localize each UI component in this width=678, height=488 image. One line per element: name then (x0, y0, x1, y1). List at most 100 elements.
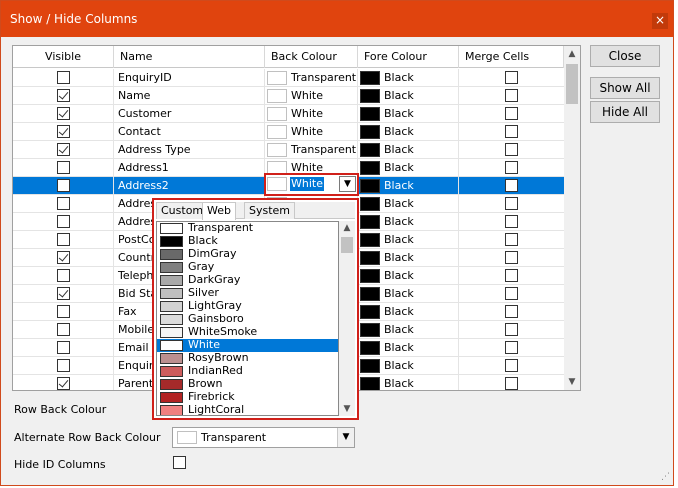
fore-colour-cell[interactable]: Black (358, 339, 459, 357)
visible-checkbox[interactable] (57, 269, 70, 282)
list-item[interactable]: LightCoral (157, 404, 338, 415)
merge-checkbox[interactable] (505, 197, 518, 210)
list-item[interactable]: RosyBrown (157, 352, 338, 365)
hide-id-columns-checkbox[interactable] (173, 456, 186, 469)
scroll-down-icon[interactable]: ▼ (564, 374, 580, 390)
list-item[interactable]: DimGray (157, 248, 338, 261)
visible-checkbox[interactable] (57, 179, 70, 192)
list-item[interactable]: Gray (157, 261, 338, 274)
fore-colour-cell[interactable]: Black (358, 285, 459, 303)
tab-custom[interactable]: Custom (156, 202, 209, 219)
list-item[interactable]: Brown (157, 378, 338, 391)
fore-colour-cell[interactable]: Black (358, 195, 459, 213)
list-item[interactable]: Black (157, 235, 338, 248)
visible-checkbox[interactable] (57, 71, 70, 84)
chevron-down-icon[interactable]: ▼ (337, 428, 354, 447)
visible-checkbox[interactable] (57, 161, 70, 174)
back-colour-cell[interactable]: White (265, 87, 358, 105)
fore-colour-cell[interactable]: Black (358, 69, 459, 87)
visible-checkbox[interactable] (57, 341, 70, 354)
header-back-colour[interactable]: Back Colour (265, 46, 358, 68)
fore-colour-cell[interactable]: Black (358, 159, 459, 177)
list-item[interactable]: Silver (157, 287, 338, 300)
list-item[interactable]: IndianRed (157, 365, 338, 378)
visible-checkbox[interactable] (57, 377, 70, 390)
list-item[interactable]: DarkGray (157, 274, 338, 287)
visible-checkbox[interactable] (57, 215, 70, 228)
hide-all-button[interactable]: Hide All (590, 101, 660, 123)
list-item[interactable]: Transparent (157, 222, 338, 235)
merge-checkbox[interactable] (505, 305, 518, 318)
merge-checkbox[interactable] (505, 215, 518, 228)
merge-checkbox[interactable] (505, 323, 518, 336)
merge-checkbox[interactable] (505, 359, 518, 372)
merge-checkbox[interactable] (505, 251, 518, 264)
alt-row-back-colour-combo[interactable]: Transparent ▼ (172, 427, 355, 448)
merge-checkbox[interactable] (505, 233, 518, 246)
visible-checkbox[interactable] (57, 107, 70, 120)
merge-checkbox[interactable] (505, 107, 518, 120)
visible-checkbox[interactable] (57, 197, 70, 210)
merge-checkbox[interactable] (505, 143, 518, 156)
visible-checkbox[interactable] (57, 305, 70, 318)
back-colour-cell[interactable]: White (265, 105, 358, 123)
fore-colour-cell[interactable]: Black (358, 231, 459, 249)
back-colour-cell[interactable]: White (265, 123, 358, 141)
visible-checkbox[interactable] (57, 143, 70, 156)
fore-colour-cell[interactable]: Black (358, 357, 459, 375)
fore-colour-cell[interactable]: Black (358, 123, 459, 141)
merge-checkbox[interactable] (505, 89, 518, 102)
table-row[interactable]: Customer White Black (13, 105, 564, 123)
table-row[interactable]: EnquiryID Transparent Black (13, 69, 564, 87)
fore-colour-cell[interactable]: Black (358, 267, 459, 285)
visible-checkbox[interactable] (57, 125, 70, 138)
back-colour-cell[interactable]: Transparent (265, 69, 358, 87)
merge-checkbox[interactable] (505, 377, 518, 390)
header-merge-cells[interactable]: Merge Cells (459, 46, 564, 68)
grid-scrollbar[interactable]: ▲ ▼ (564, 46, 580, 390)
table-row[interactable]: Name White Black (13, 87, 564, 105)
header-visible[interactable]: Visible (13, 46, 114, 68)
merge-checkbox[interactable] (505, 125, 518, 138)
scroll-up-icon[interactable]: ▲ (564, 46, 580, 62)
scroll-down-icon[interactable]: ▼ (339, 402, 355, 416)
table-row[interactable]: Contact White Black (13, 123, 564, 141)
visible-checkbox[interactable] (57, 89, 70, 102)
scroll-thumb[interactable] (566, 64, 578, 104)
scroll-thumb[interactable] (341, 237, 353, 253)
resize-grip-icon[interactable]: ⋰ (661, 472, 670, 482)
visible-checkbox[interactable] (57, 323, 70, 336)
visible-checkbox[interactable] (57, 359, 70, 372)
back-colour-cell[interactable]: Transparent (265, 141, 358, 159)
fore-colour-cell[interactable]: Black (358, 105, 459, 123)
show-all-button[interactable]: Show All (590, 77, 660, 99)
fore-colour-cell[interactable]: Black (358, 87, 459, 105)
visible-checkbox[interactable] (57, 251, 70, 264)
merge-checkbox[interactable] (505, 161, 518, 174)
list-item[interactable]: Firebrick (157, 391, 338, 404)
list-item[interactable]: WhiteSmoke (157, 326, 338, 339)
fore-colour-cell[interactable]: Black (358, 303, 459, 321)
merge-checkbox[interactable] (505, 287, 518, 300)
list-item[interactable]: LightGray (157, 300, 338, 313)
merge-checkbox[interactable] (505, 269, 518, 282)
fore-colour-cell[interactable]: Black (358, 177, 459, 195)
scroll-up-icon[interactable]: ▲ (339, 221, 355, 235)
merge-checkbox[interactable] (505, 341, 518, 354)
tab-web[interactable]: Web (202, 202, 236, 220)
close-button[interactable]: Close (590, 45, 660, 67)
colour-list-scrollbar[interactable]: ▲ ▼ (339, 221, 355, 416)
fore-colour-cell[interactable]: Black (358, 321, 459, 339)
fore-colour-cell[interactable]: Black (358, 375, 459, 390)
table-row[interactable]: Address Type Transparent Black (13, 141, 564, 159)
fore-colour-cell[interactable]: Black (358, 141, 459, 159)
tab-system[interactable]: System (244, 202, 296, 219)
merge-checkbox[interactable] (505, 71, 518, 84)
fore-colour-cell[interactable]: Black (358, 213, 459, 231)
visible-checkbox[interactable] (57, 233, 70, 246)
header-name[interactable]: Name (114, 46, 265, 68)
fore-colour-cell[interactable]: Black (358, 249, 459, 267)
visible-checkbox[interactable] (57, 287, 70, 300)
header-fore-colour[interactable]: Fore Colour (358, 46, 459, 68)
merge-checkbox[interactable] (505, 179, 518, 192)
